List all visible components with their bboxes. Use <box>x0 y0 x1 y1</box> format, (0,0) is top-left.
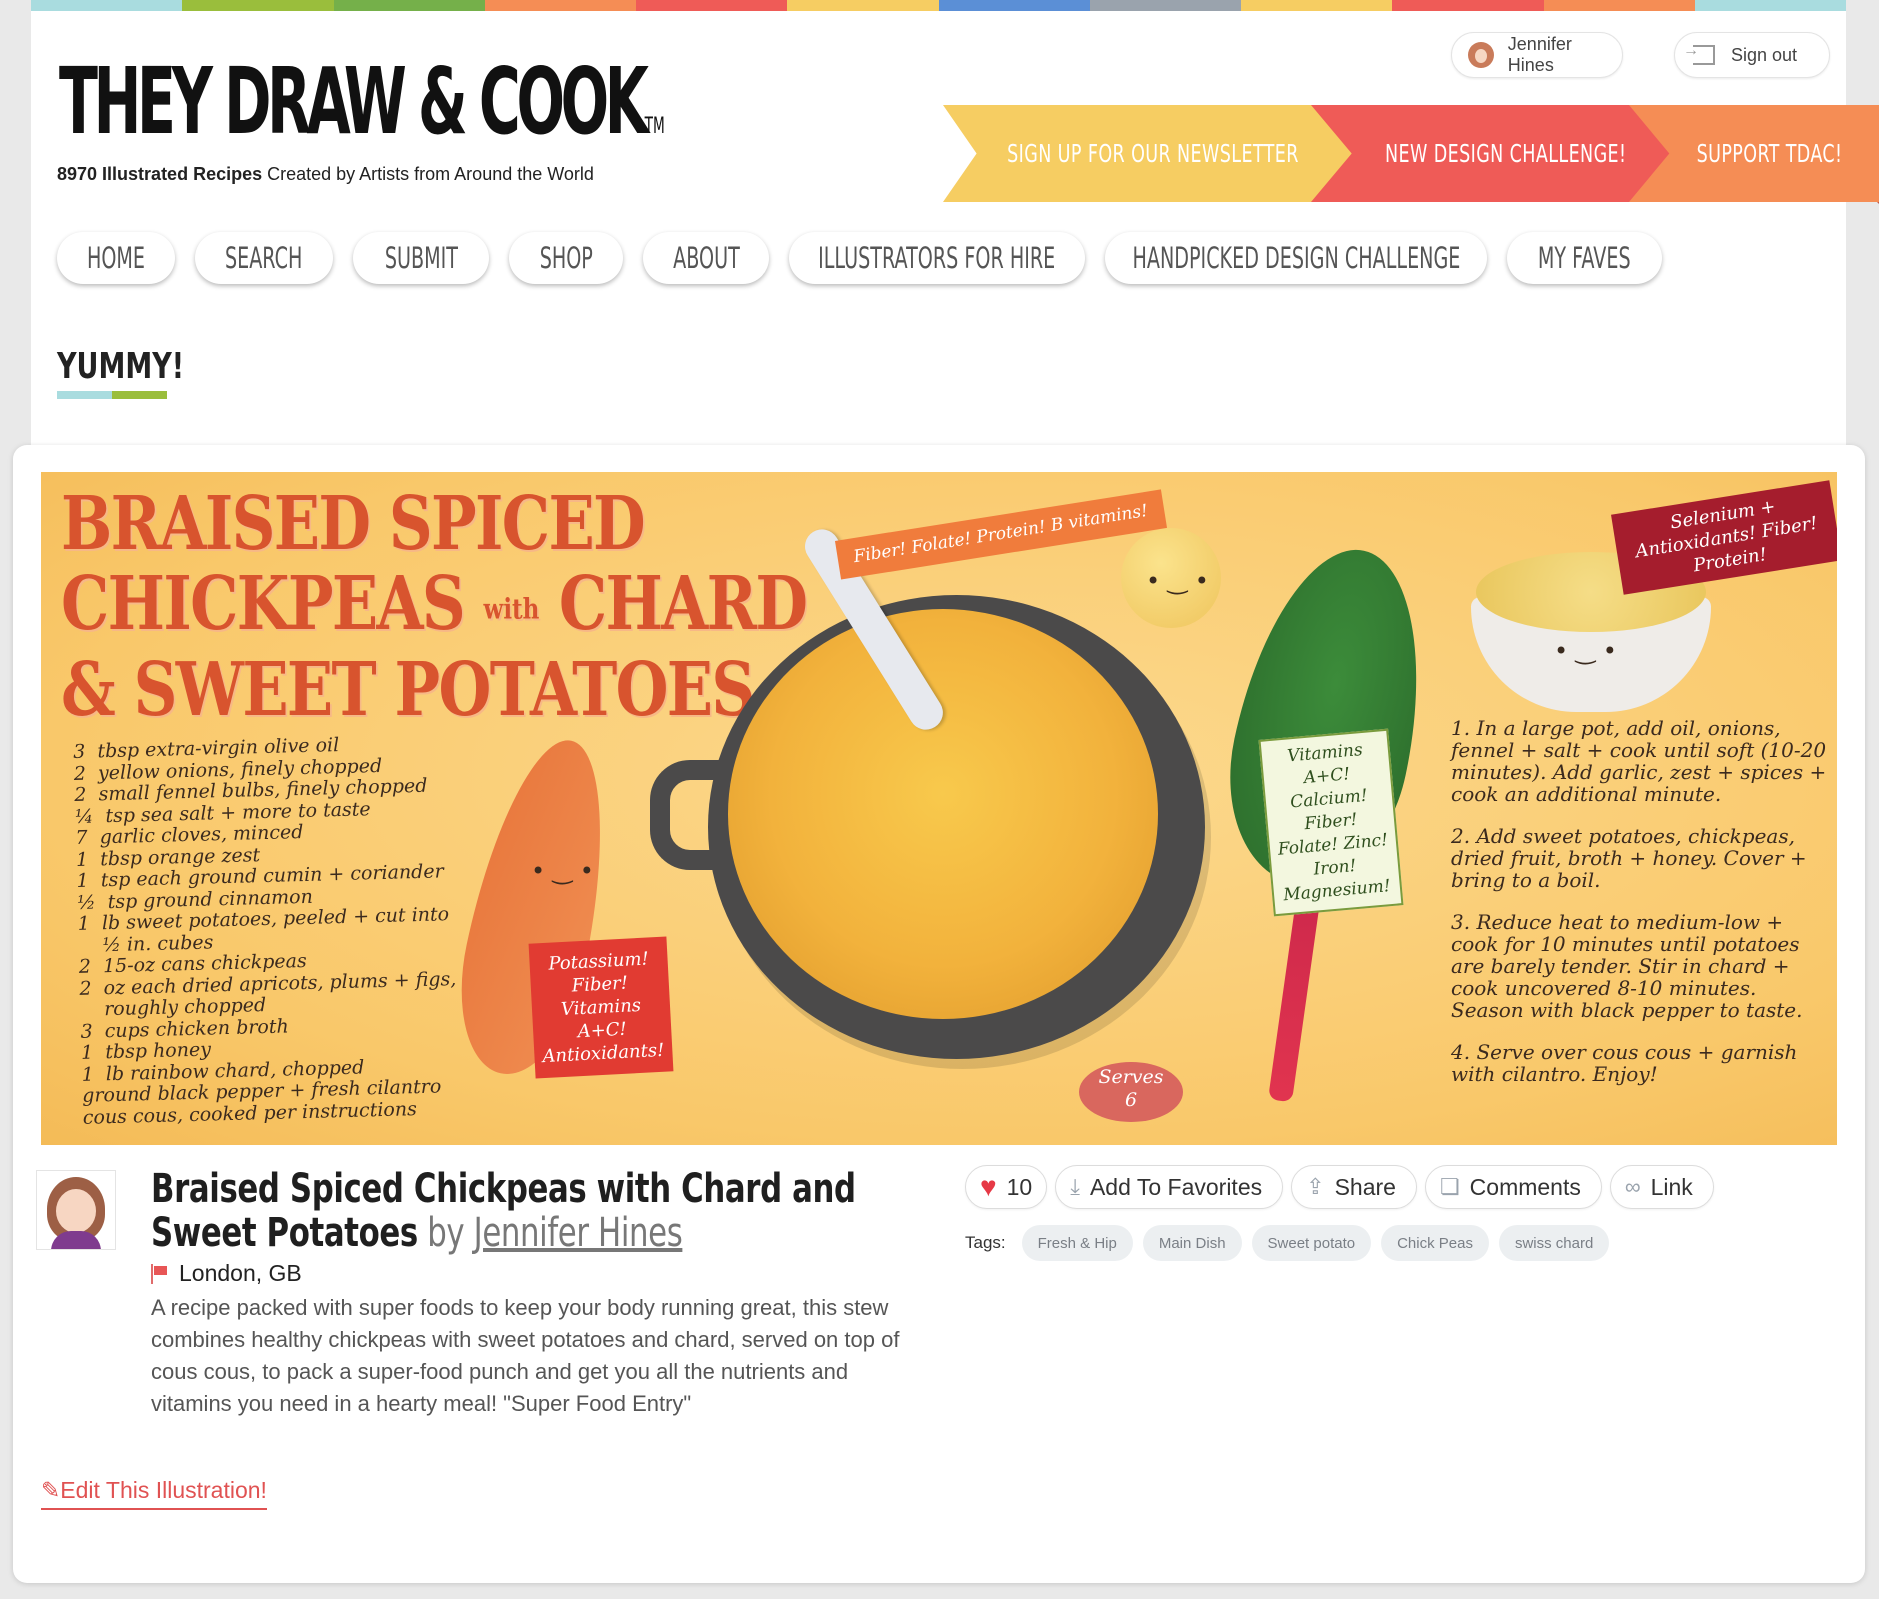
nav-about[interactable]: ABOUT <box>643 232 769 284</box>
recipe-tags: Tags: Fresh & Hip Main Dish Sweet potato Ch… <box>965 1225 1610 1261</box>
author-location: London, GB <box>151 1260 302 1287</box>
tags-label: Tags: <box>965 1233 1006 1252</box>
site-logo[interactable]: THEY DRAW & COOKTM <box>59 48 665 155</box>
nav-search[interactable]: SEARCH <box>195 232 333 284</box>
recipe-card: BRAISED SPICED CHICKPEAS with CHARD & SW… <box>13 445 1865 1583</box>
add-to-favorites-button[interactable]: ⤓ Add To Favorites <box>1055 1165 1284 1209</box>
nav-illustrators-for-hire[interactable]: ILLUSTRATORS FOR HIRE <box>789 232 1085 284</box>
heart-icon: ♥ <box>980 1171 997 1202</box>
pot-drawing <box>650 595 1205 1059</box>
nav-my-faves[interactable]: MY FAVES <box>1507 232 1662 284</box>
illustration-step: 2. Add sweet potatoes, chickpeas, dried … <box>1451 824 1807 892</box>
user-avatar-icon <box>1468 42 1494 68</box>
user-profile-button[interactable]: Jennifer Hines <box>1451 32 1623 78</box>
sign-out-icon <box>1683 42 1715 65</box>
page-header-area: THEY DRAW & COOKTM 8970 Illustrated Reci… <box>31 0 1879 450</box>
recipe-illustration[interactable]: BRAISED SPICED CHICKPEAS with CHARD & SW… <box>41 472 1837 1145</box>
chickpea-face: • ‿ • <box>1146 567 1209 595</box>
nav-shop[interactable]: SHOP <box>509 232 623 284</box>
bowl-face: • ‿ • <box>1554 637 1617 665</box>
couscous-flag: Selenium + Antioxidants! Fiber! Protein! <box>1611 480 1837 595</box>
recipe-title: Braised Spiced Chickpeas with Chard and … <box>151 1166 856 1256</box>
sign-out-button[interactable]: Sign out <box>1674 32 1830 78</box>
user-name: Jennifer Hines <box>1507 34 1572 75</box>
illustration-step: 3. Reduce heat to medium-low + cook for … <box>1451 910 1803 1022</box>
link-icon: ∞ <box>1624 1174 1641 1199</box>
download-icon: ⤓ <box>1070 1174 1080 1199</box>
nav-handpicked-design-challenge[interactable]: HANDPICKED DESIGN CHALLENGE <box>1105 232 1487 284</box>
chard-note: Vitamins A+C! Calcium! Fiber! Folate! Zi… <box>1258 728 1404 917</box>
share-button[interactable]: ⇪ Share <box>1291 1165 1417 1209</box>
sweet-potato-face: • ‿ • <box>531 857 594 885</box>
section-underline <box>57 391 167 399</box>
illustration-steps: 1. In a large pot, add oil, onions, fenn… <box>1451 717 1831 1105</box>
main-nav: HOME SEARCH SUBMIT SHOP ABOUT ILLUSTRATO… <box>57 232 1662 284</box>
recipe-description: A recipe packed with super foods to keep… <box>151 1295 900 1416</box>
comments-button[interactable]: ❏ Comments <box>1424 1165 1602 1209</box>
tag-chip[interactable]: Chick Peas <box>1381 1225 1489 1261</box>
design-challenge-banner[interactable]: NEW DESIGN CHALLENGE! <box>1311 105 1681 202</box>
tag-chip[interactable]: Main Dish <box>1142 1225 1242 1261</box>
link-button[interactable]: ∞ Link <box>1609 1165 1714 1209</box>
share-icon: ⇪ <box>1306 1174 1325 1199</box>
recipe-actions: ♥ 10 ⤓ Add To Favorites ⇪ Share ❏ Commen… <box>965 1165 1714 1209</box>
illustration-step: 1. In a large pot, add oil, onions, fenn… <box>1451 716 1827 806</box>
like-button[interactable]: ♥ 10 <box>965 1165 1048 1209</box>
tag-chip[interactable]: swiss chard <box>1498 1225 1610 1261</box>
illustration-step: 4. Serve over cous cous + garnish with c… <box>1451 1040 1798 1086</box>
author-avatar[interactable] <box>36 1170 116 1250</box>
section-title: YUMMY! <box>57 346 185 387</box>
tag-chip[interactable]: Fresh & Hip <box>1021 1225 1133 1261</box>
newsletter-banner[interactable]: SIGN UP FOR OUR NEWSLETTER <box>943 105 1363 202</box>
author-link[interactable]: Jennifer Hines <box>474 1210 683 1256</box>
potato-note: Potassium! Fiber! Vitamins A+C! Antioxid… <box>528 936 674 1079</box>
like-count: 10 <box>1006 1173 1033 1200</box>
nav-home[interactable]: HOME <box>57 232 175 284</box>
top-color-stripe <box>31 0 1846 11</box>
site-tagline: 8970 Illustrated Recipes Created by Arti… <box>57 164 594 184</box>
tag-chip[interactable]: Sweet potato <box>1251 1225 1372 1261</box>
illustration-ingredients: 3 tbsp extra-virgin olive oil 2 yellow o… <box>72 734 457 1129</box>
edit-illustration-link[interactable]: ✎Edit This Illustration! <box>41 1477 267 1510</box>
sign-out-label: Sign out <box>1731 44 1798 65</box>
comment-bubbles-icon: ❏ <box>1439 1174 1460 1199</box>
chickpea-flag: Fiber! Folate! Protein! B vitamins! <box>834 489 1167 580</box>
flag-icon <box>151 1263 169 1284</box>
serves-badge: Serves 6 <box>1079 1062 1183 1122</box>
nav-submit[interactable]: SUBMIT <box>353 232 489 284</box>
illustration-title: BRAISED SPICED CHICKPEAS with CHARD & SW… <box>61 481 808 733</box>
